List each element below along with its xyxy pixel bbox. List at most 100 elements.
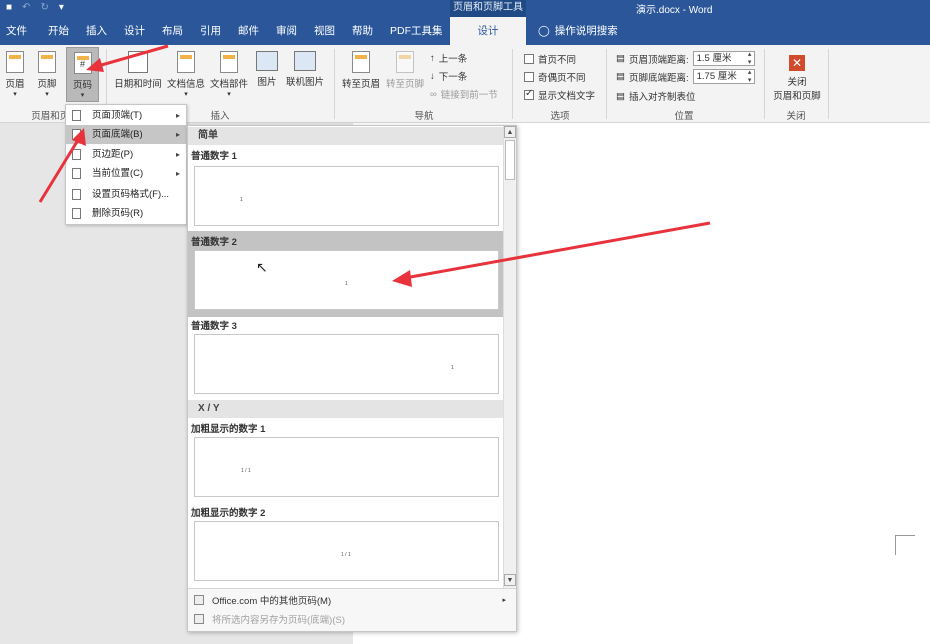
gallery-item-plain-number-1[interactable]: 1 — [194, 166, 499, 226]
ribbon-tabs: 文件 开始 插入 设计 布局 引用 邮件 审阅 视图 帮助 PDF工具集 设计 … — [0, 17, 930, 45]
next-button[interactable]: ↓ 下一条 — [430, 69, 467, 84]
page-margins-icon — [72, 149, 81, 160]
tab-review[interactable]: 审阅 — [276, 17, 297, 45]
doc-info-button[interactable]: 文档信息 ▾ — [166, 51, 206, 98]
show-document-text-checkbox[interactable]: 显示文档文字 — [524, 88, 595, 102]
more-page-numbers-label: Office.com 中的其他页码(M) — [212, 596, 332, 607]
save-selection-as-page-number[interactable]: 将所选内容另存为页码(底端)(S) — [194, 612, 510, 626]
header-button[interactable]: 页眉 ▾ — [4, 51, 26, 98]
gallery-item-bold-number-2[interactable]: 1 / 1 — [194, 521, 499, 581]
doc-info-icon — [177, 51, 195, 73]
customize-icon[interactable]: ▾ — [59, 2, 64, 13]
tab-pdf-tools[interactable]: PDF工具集 — [390, 17, 443, 45]
alignment-tab-icon: ▤ — [616, 90, 625, 102]
tab-file[interactable]: 文件 — [6, 17, 27, 45]
scroll-up-icon[interactable]: ▲ — [504, 126, 516, 138]
picture-label: 图片 — [257, 77, 277, 88]
menu-item-label: 页面顶端(T) — [92, 110, 143, 121]
gallery-footer: Office.com 中的其他页码(M) ▸ 将所选内容另存为页码(底端)(S) — [188, 588, 516, 631]
page-number-button[interactable]: # 页码 ▾ — [66, 47, 99, 102]
header-top-input[interactable]: 1.5 厘米 — [692, 50, 755, 66]
tab-references[interactable]: 引用 — [200, 17, 221, 45]
menu-item-page-bottom[interactable]: 页面底端(B) ▸ — [66, 125, 186, 144]
tab-header-footer-design[interactable]: 设计 — [450, 17, 526, 45]
tab-help[interactable]: 帮助 — [352, 17, 373, 45]
link-to-previous-label: 链接到前一节 — [440, 90, 498, 101]
group-label-position: 位置 — [674, 111, 694, 122]
header-position-icon: ▤ — [616, 53, 625, 64]
gallery-item-title: 加粗显示的数字 1 — [191, 424, 266, 435]
scroll-down-icon[interactable]: ▼ — [504, 574, 516, 586]
doc-parts-icon — [220, 51, 238, 73]
link-to-previous-button[interactable]: ∞ 链接到前一节 — [430, 87, 498, 102]
office-com-icon — [194, 595, 204, 605]
mouse-cursor-icon: ↖ — [256, 259, 268, 275]
checkbox-checked-icon — [524, 88, 534, 100]
goto-header-button[interactable]: 转至页眉 — [340, 51, 382, 90]
header-top-distance: ▤ 页眉顶端距离: 1.5 厘米 — [616, 50, 755, 66]
doc-parts-label: 文档部件 — [209, 79, 248, 90]
gallery-scrollbar[interactable]: ▲ ▼ — [503, 126, 516, 588]
menu-item-label: 设置页码格式(F)... — [92, 189, 170, 200]
page-number-label: 页码 — [72, 80, 92, 91]
close-icon: ✕ — [789, 55, 805, 71]
group-label-navigation: 导航 — [414, 111, 434, 122]
tab-design[interactable]: 设计 — [124, 17, 145, 45]
footer-bottom-input[interactable]: 1.75 厘米 — [692, 68, 755, 84]
remove-icon — [72, 208, 81, 219]
chevron-down-icon: ▾ — [45, 91, 49, 98]
different-first-page-checkbox[interactable]: 首页不同 — [524, 52, 576, 66]
redo-icon[interactable]: ↻ — [40, 2, 48, 13]
footer-button[interactable]: 页脚 ▾ — [36, 51, 58, 98]
save-icon[interactable]: ■ — [6, 2, 12, 13]
thumb-page-number: 1 — [240, 197, 243, 203]
gallery-item-plain-number-2[interactable]: 1 — [194, 250, 499, 310]
current-position-icon — [72, 168, 81, 179]
tab-view[interactable]: 视图 — [314, 17, 335, 45]
online-picture-button[interactable]: 联机图片 — [284, 51, 326, 88]
close-label-line2: 页眉和页脚 — [773, 91, 821, 102]
tab-mailings[interactable]: 邮件 — [238, 17, 259, 45]
tab-home[interactable]: 开始 — [48, 17, 69, 45]
goto-footer-button[interactable]: 转至页脚 — [384, 51, 426, 90]
menu-item-page-top[interactable]: 页面顶端(T) ▸ — [66, 106, 186, 125]
submenu-arrow-icon: ▸ — [175, 150, 180, 159]
close-header-footer-button[interactable]: ✕ 关闭 页眉和页脚 — [770, 55, 824, 102]
date-time-button[interactable]: 日期和时间 — [112, 51, 164, 90]
insert-alignment-tab-button[interactable]: ▤ 插入对齐制表位 — [616, 89, 696, 104]
menu-item-format-page-numbers[interactable]: 设置页码格式(F)... — [66, 185, 186, 204]
picture-button[interactable]: 图片 — [254, 51, 280, 88]
gallery-item-plain-number-3[interactable]: 1 — [194, 334, 499, 394]
undo-icon[interactable]: ↶ — [22, 2, 30, 13]
chevron-down-icon: ▾ — [184, 91, 188, 98]
gallery-section-xy: X / Y — [188, 400, 503, 418]
gallery-item-title: 普通数字 2 — [191, 237, 237, 248]
footer-bottom-distance: ▤ 页脚底端距离: 1.75 厘米 — [616, 68, 755, 84]
group-separator — [606, 49, 607, 119]
menu-item-current-position[interactable]: 当前位置(C) ▸ — [66, 164, 186, 183]
calendar-icon — [128, 51, 148, 73]
title-bar: ■ ↶ ↻ ▾ 页眉和页脚工具 演示.docx - Word — [0, 0, 930, 17]
tell-me-search[interactable]: ◯ 操作说明搜索 — [538, 17, 618, 45]
group-label-insert: 插入 — [210, 111, 230, 122]
gallery-item-title: 普通数字 1 — [191, 151, 237, 162]
gallery-item-bold-number-1[interactable]: 1 / 1 — [194, 437, 499, 497]
different-odd-even-checkbox[interactable]: 奇偶页不同 — [524, 70, 586, 84]
lightbulb-icon: ◯ — [538, 25, 550, 37]
menu-item-label: 当前位置(C) — [92, 168, 144, 179]
previous-button[interactable]: ↑ 上一条 — [430, 51, 467, 66]
group-separator — [828, 49, 829, 119]
menu-item-page-margins[interactable]: 页边距(P) ▸ — [66, 145, 186, 164]
search-label: 操作说明搜索 — [554, 25, 618, 37]
goto-header-label: 转至页眉 — [341, 79, 380, 90]
tab-insert[interactable]: 插入 — [86, 17, 107, 45]
more-page-numbers-office-com[interactable]: Office.com 中的其他页码(M) ▸ — [194, 593, 510, 607]
online-picture-label: 联机图片 — [285, 77, 324, 88]
submenu-arrow-icon: ▸ — [502, 597, 506, 604]
scrollbar-thumb[interactable] — [505, 140, 515, 180]
menu-item-remove-page-numbers[interactable]: 删除页码(R) — [66, 204, 186, 223]
group-label-options: 选项 — [550, 111, 570, 122]
date-time-label: 日期和时间 — [114, 79, 162, 90]
doc-parts-button[interactable]: 文档部件 ▾ — [208, 51, 250, 98]
tab-layout[interactable]: 布局 — [162, 17, 183, 45]
